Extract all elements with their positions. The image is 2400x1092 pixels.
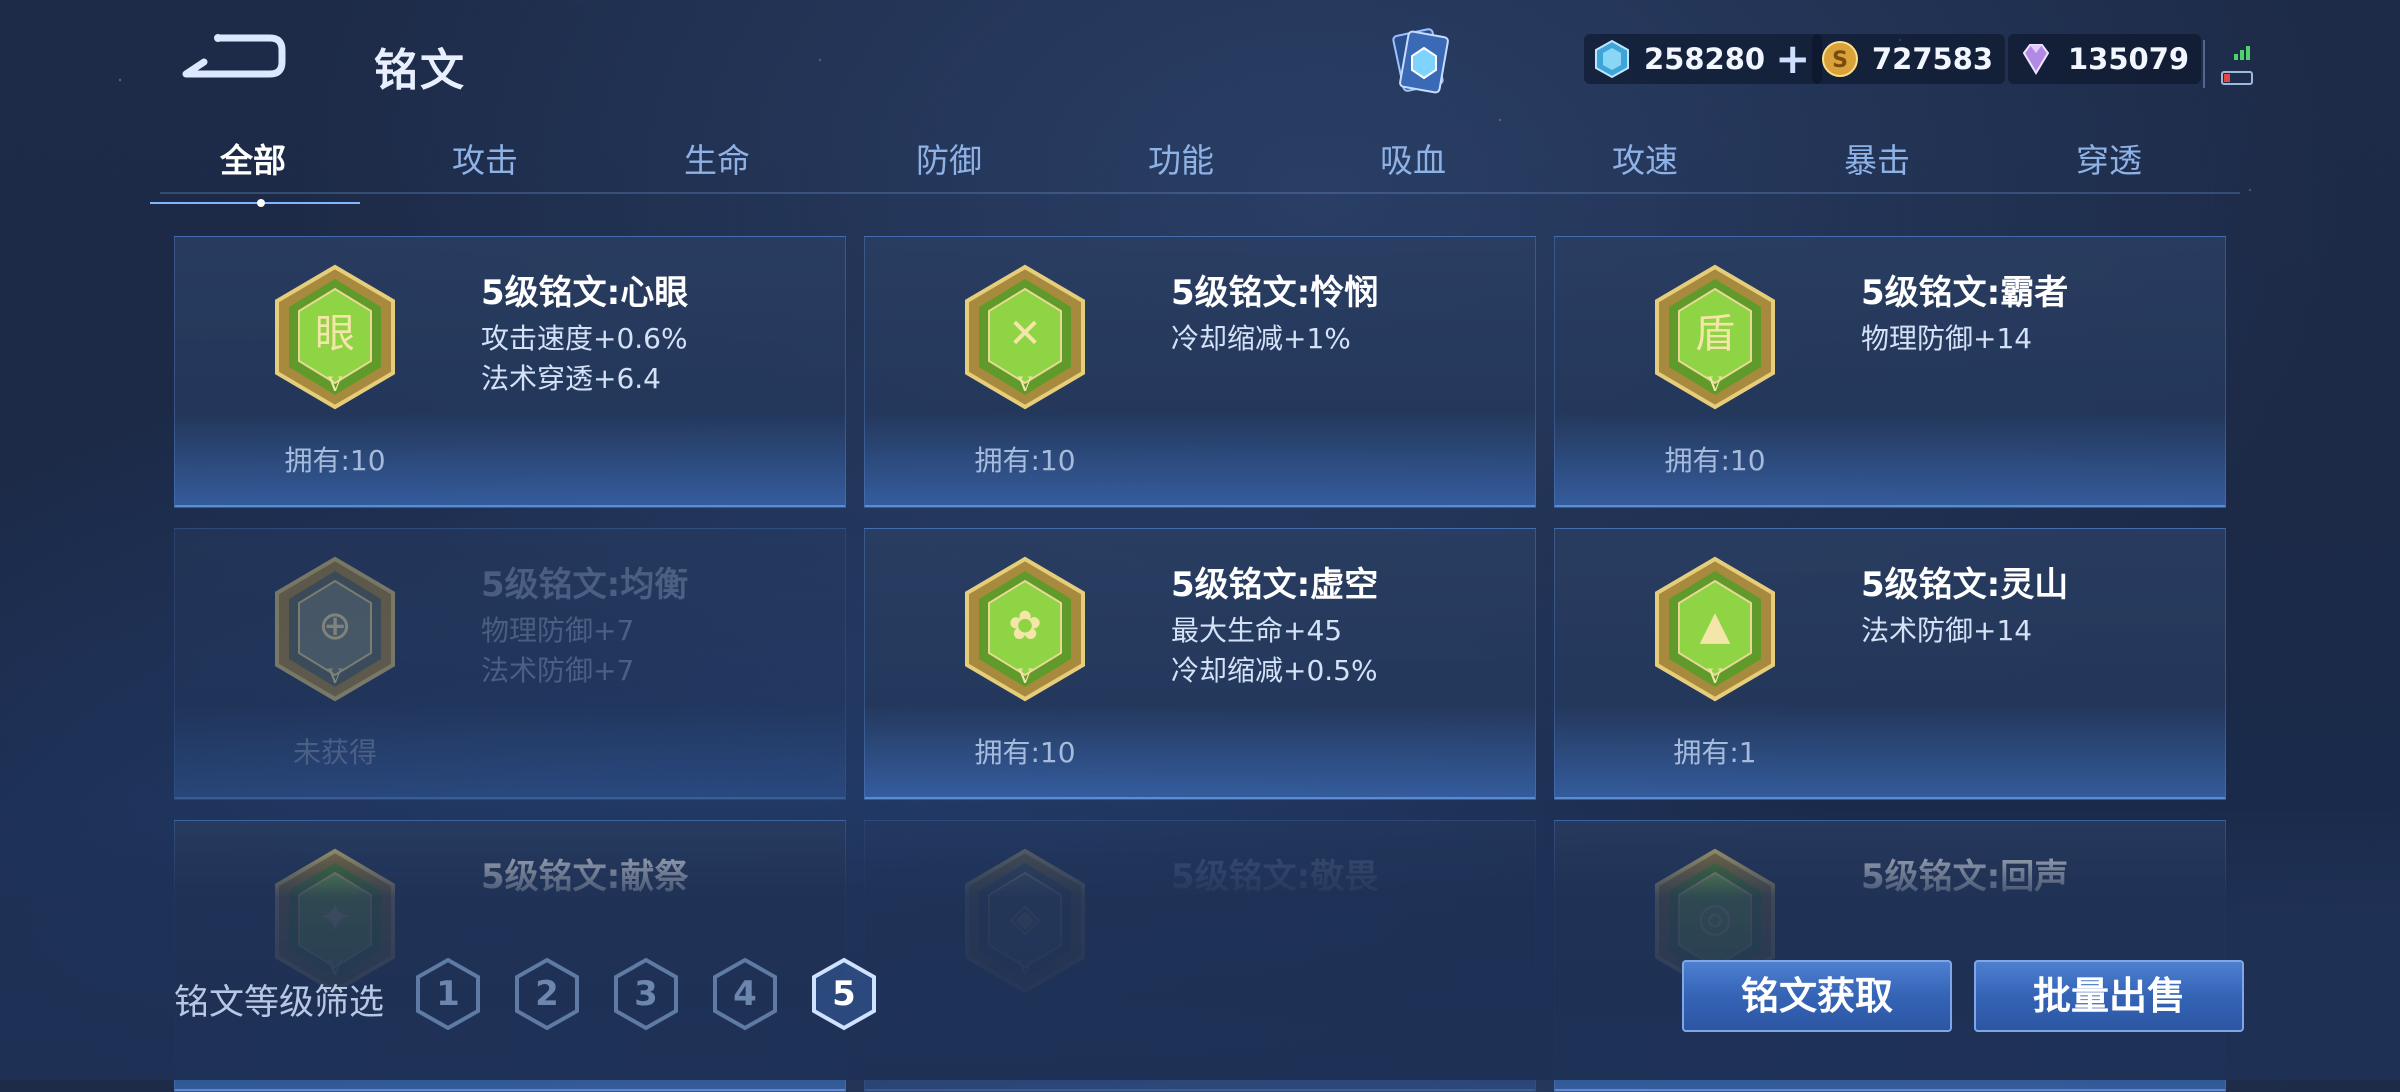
inscription-stat: 物理防御+7 bbox=[481, 614, 635, 647]
svg-text:眼: 眼 bbox=[315, 311, 355, 357]
svg-text:V: V bbox=[1707, 664, 1723, 688]
tab-divider bbox=[160, 192, 2240, 194]
owned-count: 未获得 bbox=[292, 736, 377, 769]
gem-count: 135079 bbox=[2068, 42, 2190, 76]
inscription-stat: 冷却缩减+1% bbox=[1171, 322, 1351, 355]
diamond-currency: 258280 + bbox=[1584, 34, 1823, 84]
gold-currency: S 727583 bbox=[1812, 34, 2006, 84]
page-title: 铭文 bbox=[374, 45, 466, 96]
level-number: 1 bbox=[436, 974, 460, 1014]
level-number: 2 bbox=[535, 974, 559, 1014]
svg-text:V: V bbox=[1017, 664, 1033, 688]
gold-count: 727583 bbox=[1872, 42, 1994, 76]
level-filter-1[interactable]: 1 bbox=[414, 956, 482, 1032]
svg-text:✕: ✕ bbox=[1008, 311, 1042, 357]
inscription-name: 5级铭文:均衡 bbox=[481, 565, 689, 605]
inscription-name: 5级铭文:心眼 bbox=[481, 273, 689, 313]
gem-currency: 135079 bbox=[2008, 34, 2202, 84]
tab-attack[interactable]: 攻击 bbox=[395, 134, 575, 182]
owned-count: 拥有:10 bbox=[974, 444, 1076, 477]
tab-penetration[interactable]: 穿透 bbox=[2019, 134, 2199, 182]
inscription-cards-icon[interactable] bbox=[1380, 24, 1460, 102]
gold-coin-icon: S bbox=[1822, 41, 1858, 77]
inscription-name: 5级铭文:虚空 bbox=[1171, 565, 1379, 605]
tab-critical[interactable]: 暴击 bbox=[1787, 134, 1967, 182]
inscription-stat: 法术防御+14 bbox=[1861, 614, 2033, 647]
owned-count: 拥有:10 bbox=[1664, 444, 1766, 477]
svg-text:S: S bbox=[1832, 48, 1848, 73]
level-filter-3[interactable]: 3 bbox=[612, 956, 680, 1032]
inscription-name: 5级铭文:霸者 bbox=[1861, 273, 2069, 313]
inscription-card[interactable]: 眼 V 5级铭文:心眼攻击速度+0.6% 法术穿透+6.4 拥有:10 bbox=[174, 236, 846, 508]
tab-health[interactable]: 生命 bbox=[627, 134, 807, 182]
diamond-count: 258280 bbox=[1644, 42, 1766, 76]
diamond-icon bbox=[1595, 39, 1629, 79]
tab-utility[interactable]: 功能 bbox=[1091, 134, 1271, 182]
owned-count: 拥有:1 bbox=[1673, 736, 1757, 769]
owned-count: 拥有:10 bbox=[284, 444, 386, 477]
owned-count: 拥有:10 bbox=[974, 736, 1076, 769]
xukong-emblem-icon: ✿V bbox=[965, 556, 1085, 702]
level-filter-5[interactable]: 5 bbox=[810, 956, 878, 1032]
inscription-card[interactable]: ⊕ V 5级铭文:均衡 物理防御+7 法术防御+7 未获得 bbox=[174, 528, 846, 800]
lianmin-emblem-icon: ✕V bbox=[965, 264, 1085, 410]
inscription-name: 5级铭文:怜悯 bbox=[1171, 273, 1379, 313]
inscription-card[interactable]: ✕ V 5级铭文:怜悯 冷却缩减+1% 拥有:10 bbox=[864, 236, 1536, 508]
inscription-stat: 法术穿透+6.4 bbox=[481, 362, 661, 395]
gem-icon bbox=[2022, 44, 2050, 75]
svg-text:V: V bbox=[1707, 372, 1723, 396]
level-filter-2[interactable]: 2 bbox=[513, 956, 581, 1032]
bottom-fade bbox=[0, 800, 2400, 1080]
tab-defense[interactable]: 防御 bbox=[859, 134, 1039, 182]
bazhe-emblem-icon: 盾V bbox=[1655, 264, 1775, 410]
svg-text:V: V bbox=[1017, 372, 1033, 396]
level-filter-4[interactable]: 4 bbox=[711, 956, 779, 1032]
xinyan-emblem-icon: 眼V bbox=[275, 264, 395, 410]
bulk-sell-button[interactable]: 批量出售 bbox=[1974, 960, 2244, 1032]
level-number: 5 bbox=[832, 974, 856, 1014]
svg-text:V: V bbox=[327, 664, 343, 688]
tab-lifesteal[interactable]: 吸血 bbox=[1323, 134, 1503, 182]
svg-text:✿: ✿ bbox=[1008, 603, 1042, 649]
level-number: 4 bbox=[733, 974, 757, 1014]
inscription-card[interactable]: ✿ V 5级铭文:虚空 最大生命+45 冷却缩减+0.5% 拥有:10 bbox=[864, 528, 1536, 800]
inscription-stat: 冷却缩减+0.5% bbox=[1171, 654, 1378, 687]
signal-battery-icon bbox=[2203, 40, 2253, 88]
level-number: 3 bbox=[634, 974, 658, 1014]
add-diamond-button[interactable]: + bbox=[1775, 38, 1810, 80]
level-filter-label: 铭文等级筛选 bbox=[174, 983, 385, 1023]
lingshan-emblem-icon: ▲V bbox=[1655, 556, 1775, 702]
svg-text:盾: 盾 bbox=[1695, 311, 1735, 357]
inscription-stat: 物理防御+14 bbox=[1861, 322, 2033, 355]
svg-text:⊕: ⊕ bbox=[318, 603, 352, 649]
inscription-stat: 法术防御+7 bbox=[481, 654, 635, 687]
inscription-name: 5级铭文:灵山 bbox=[1861, 565, 2069, 605]
tab-attack-speed[interactable]: 攻速 bbox=[1555, 134, 1735, 182]
svg-text:▲: ▲ bbox=[1700, 603, 1731, 649]
inscription-card[interactable]: ▲ V 5级铭文:灵山 法术防御+14 拥有:1 bbox=[1554, 528, 2226, 800]
inscription-card[interactable]: 盾 V 5级铭文:霸者物理防御+14 拥有:10 bbox=[1554, 236, 2226, 508]
acquire-inscription-button[interactable]: 铭文获取 bbox=[1682, 960, 1952, 1032]
back-arrow-icon[interactable] bbox=[178, 28, 288, 84]
category-tabs: 全部 攻击 生命 防御 功能 吸血 攻速 暴击 穿透 bbox=[150, 126, 2240, 207]
active-tab-indicator bbox=[150, 199, 360, 207]
svg-text:V: V bbox=[327, 372, 343, 396]
tab-all[interactable]: 全部 bbox=[163, 134, 343, 182]
inscription-stat: 最大生命+45 bbox=[1171, 614, 1343, 647]
inscription-stat: 攻击速度+0.6% bbox=[481, 322, 688, 355]
junheng-emblem-icon: ⊕V bbox=[275, 556, 395, 702]
